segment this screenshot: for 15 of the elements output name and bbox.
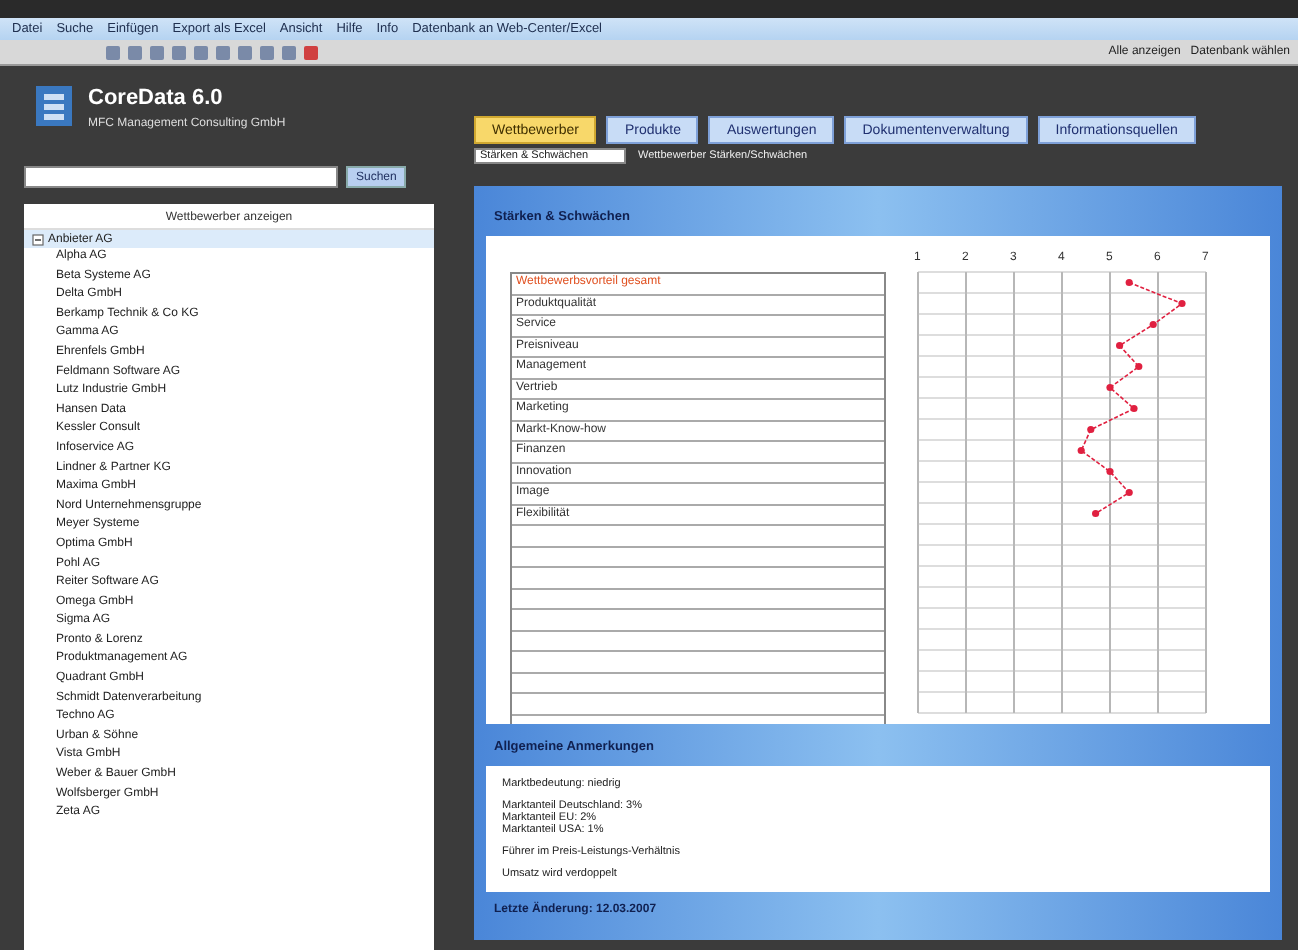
profile-point xyxy=(1106,467,1114,476)
profile-point xyxy=(1135,362,1143,371)
profile-point xyxy=(1087,425,1095,434)
profile-point xyxy=(1149,320,1157,329)
search-field[interactable] xyxy=(24,166,338,188)
app-title: CoreData 6.0 xyxy=(88,86,225,110)
profile-point xyxy=(1125,488,1133,497)
profile-point xyxy=(1092,509,1100,518)
profile-point xyxy=(1116,341,1124,350)
profile-point xyxy=(1178,299,1186,308)
profile-point xyxy=(1130,404,1138,413)
profile-point xyxy=(1077,446,1085,455)
collapse-icon[interactable] xyxy=(32,233,44,245)
profile-point xyxy=(1125,278,1133,287)
profile-point xyxy=(1106,383,1114,392)
